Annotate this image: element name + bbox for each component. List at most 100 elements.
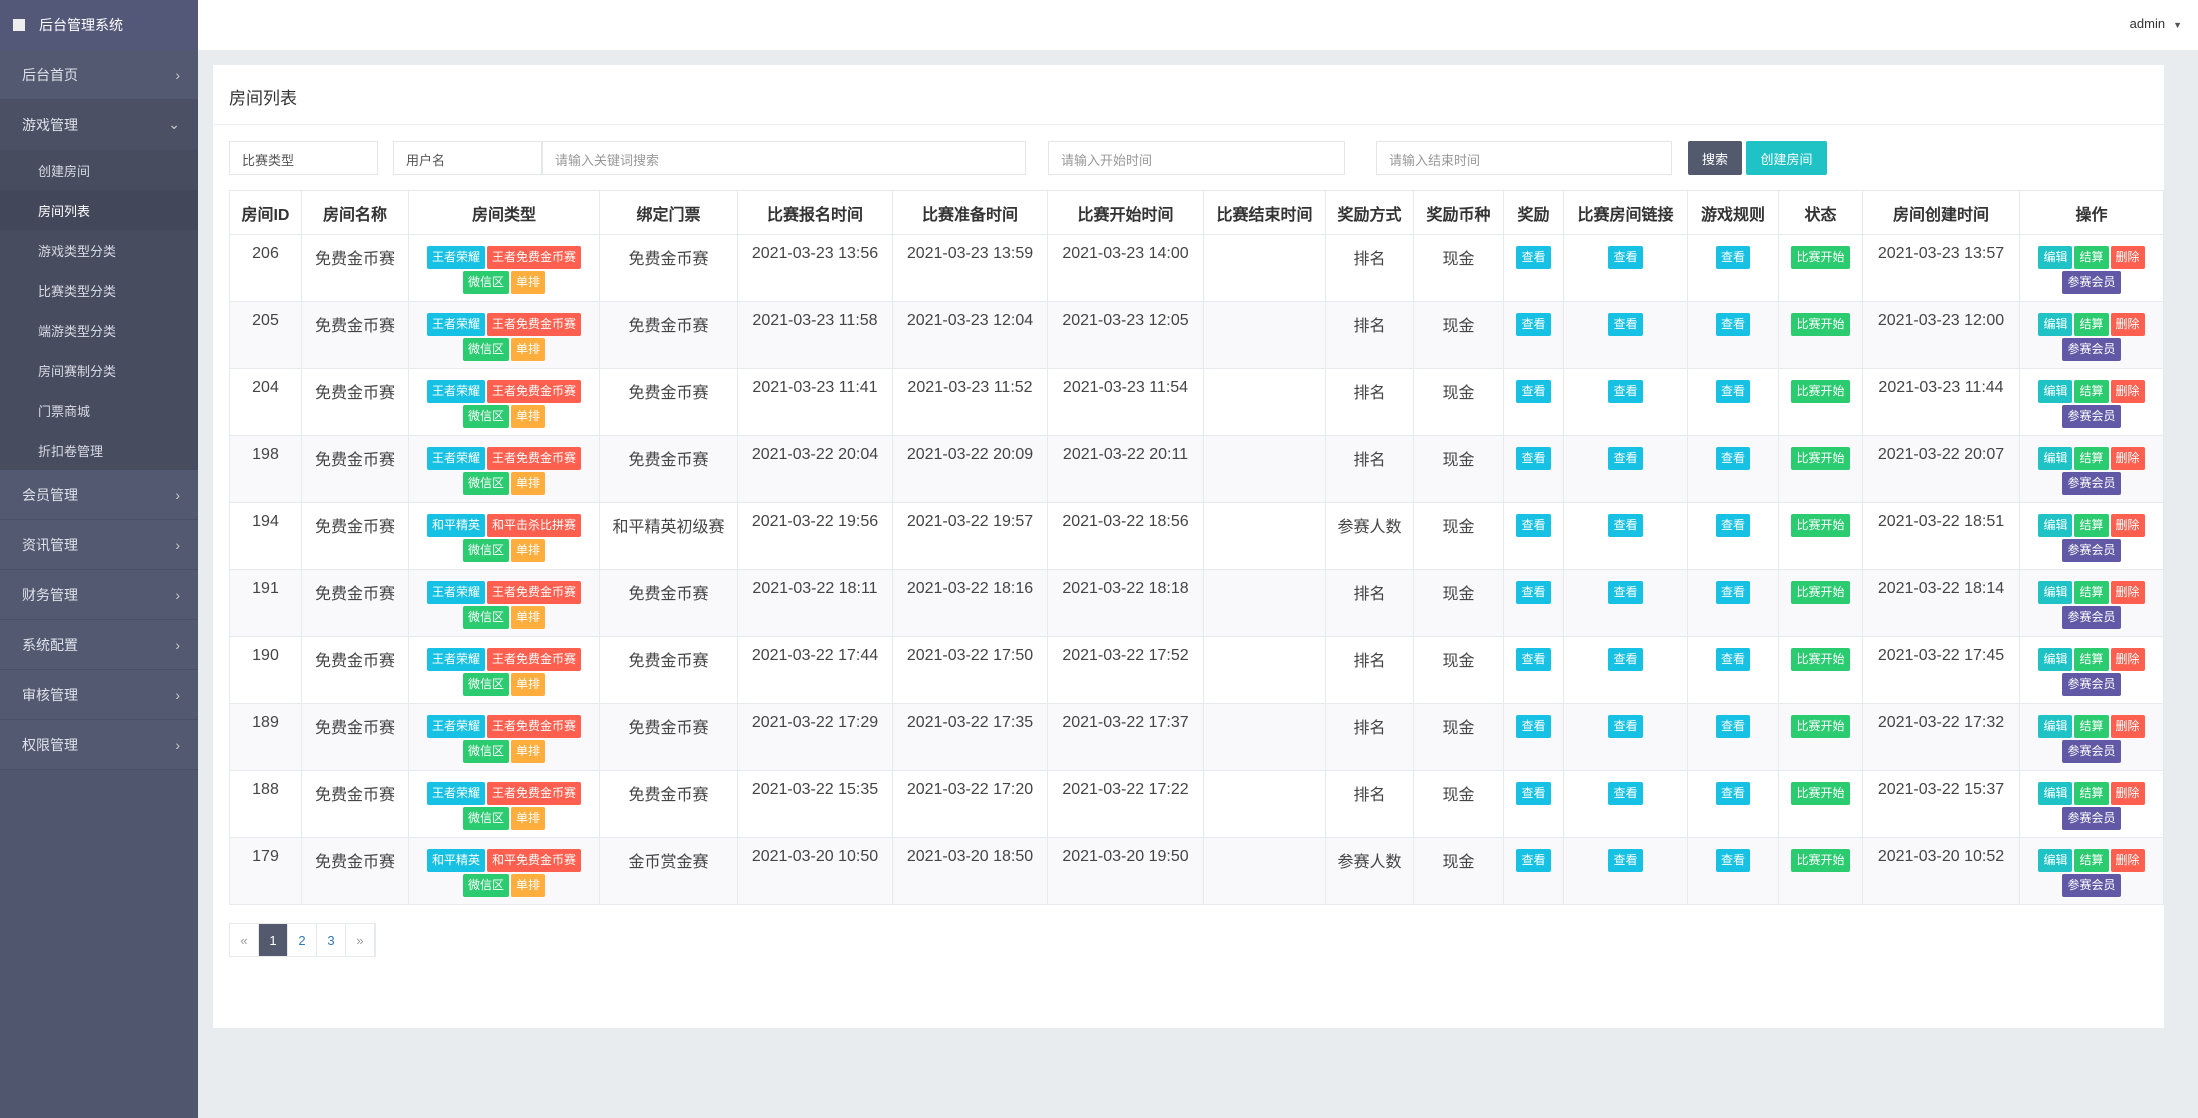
settle-button[interactable]: 结算 bbox=[2074, 849, 2109, 872]
room-type-tag[interactable]: 王者荣耀 bbox=[426, 581, 485, 604]
members-button[interactable]: 参赛会员 bbox=[2062, 472, 2121, 495]
room-type-tag[interactable]: 和平击杀比拼赛 bbox=[487, 514, 582, 537]
create-room-button[interactable]: 创建房间 bbox=[1746, 141, 1827, 175]
sidebar-item-2[interactable]: 会员管理 › bbox=[0, 470, 198, 520]
members-button[interactable]: 参赛会员 bbox=[2062, 874, 2121, 897]
members-button[interactable]: 参赛会员 bbox=[2062, 539, 2121, 562]
delete-button[interactable]: 删除 bbox=[2110, 514, 2145, 537]
room-link-view-button[interactable]: 查看 bbox=[1608, 380, 1643, 403]
room-link-view-button[interactable]: 查看 bbox=[1608, 782, 1643, 805]
room-type-tag[interactable]: 微信区 bbox=[462, 271, 509, 294]
room-link-view-button[interactable]: 查看 bbox=[1608, 849, 1643, 872]
room-type-tag[interactable]: 微信区 bbox=[462, 807, 509, 830]
rules-view-button[interactable]: 查看 bbox=[1715, 849, 1750, 872]
delete-button[interactable]: 删除 bbox=[2110, 782, 2145, 805]
delete-button[interactable]: 删除 bbox=[2110, 313, 2145, 336]
room-type-tag[interactable]: 微信区 bbox=[462, 472, 509, 495]
delete-button[interactable]: 删除 bbox=[2110, 380, 2145, 403]
room-type-tag[interactable]: 微信区 bbox=[462, 673, 509, 696]
rules-view-button[interactable]: 查看 bbox=[1715, 581, 1750, 604]
rules-view-button[interactable]: 查看 bbox=[1715, 380, 1750, 403]
settle-button[interactable]: 结算 bbox=[2074, 715, 2109, 738]
room-type-tag[interactable]: 单排 bbox=[511, 271, 546, 294]
reward-view-button[interactable]: 查看 bbox=[1516, 246, 1551, 269]
room-type-tag[interactable]: 王者荣耀 bbox=[426, 246, 485, 269]
reward-view-button[interactable]: 查看 bbox=[1516, 782, 1551, 805]
members-button[interactable]: 参赛会员 bbox=[2062, 405, 2121, 428]
room-type-tag[interactable]: 微信区 bbox=[462, 539, 509, 562]
delete-button[interactable]: 删除 bbox=[2110, 715, 2145, 738]
sidebar-item-5[interactable]: 系统配置 › bbox=[0, 620, 198, 670]
delete-button[interactable]: 删除 bbox=[2110, 246, 2145, 269]
edit-button[interactable]: 编辑 bbox=[2038, 581, 2073, 604]
rules-view-button[interactable]: 查看 bbox=[1715, 782, 1750, 805]
room-type-tag[interactable]: 单排 bbox=[511, 606, 546, 629]
room-type-tag[interactable]: 和平精英 bbox=[426, 849, 485, 872]
sidebar-item-0[interactable]: 后台首页 › bbox=[0, 50, 198, 100]
keyword-input[interactable]: 请输入关键词搜索 bbox=[542, 141, 1026, 175]
reward-view-button[interactable]: 查看 bbox=[1516, 447, 1551, 470]
edit-button[interactable]: 编辑 bbox=[2038, 380, 2073, 403]
room-type-tag[interactable]: 单排 bbox=[511, 807, 546, 830]
settle-button[interactable]: 结算 bbox=[2074, 648, 2109, 671]
page-3-button[interactable]: 3 bbox=[317, 924, 346, 956]
room-type-tag[interactable]: 单排 bbox=[511, 874, 546, 897]
room-type-tag[interactable]: 王者荣耀 bbox=[426, 715, 485, 738]
room-type-tag[interactable]: 单排 bbox=[511, 539, 546, 562]
sidebar-subitem[interactable]: 比赛类型分类 bbox=[0, 270, 198, 310]
reward-view-button[interactable]: 查看 bbox=[1516, 648, 1551, 671]
sidebar-item-1[interactable]: 游戏管理 ⌄ bbox=[0, 100, 198, 150]
prev-page-button[interactable]: « bbox=[230, 924, 259, 956]
room-type-tag[interactable]: 王者免费金币赛 bbox=[487, 313, 582, 336]
reward-view-button[interactable]: 查看 bbox=[1516, 313, 1551, 336]
delete-button[interactable]: 删除 bbox=[2110, 849, 2145, 872]
sidebar-item-4[interactable]: 财务管理 › bbox=[0, 570, 198, 620]
members-button[interactable]: 参赛会员 bbox=[2062, 740, 2121, 763]
settle-button[interactable]: 结算 bbox=[2074, 246, 2109, 269]
field-type-select[interactable]: 用户名 bbox=[393, 141, 542, 175]
edit-button[interactable]: 编辑 bbox=[2038, 648, 2073, 671]
end-time-input[interactable]: 请输入结束时间 bbox=[1376, 141, 1672, 175]
delete-button[interactable]: 删除 bbox=[2110, 581, 2145, 604]
room-link-view-button[interactable]: 查看 bbox=[1608, 246, 1643, 269]
sidebar-subitem[interactable]: 房间列表 bbox=[0, 190, 198, 230]
room-type-tag[interactable]: 微信区 bbox=[462, 606, 509, 629]
members-button[interactable]: 参赛会员 bbox=[2062, 338, 2121, 361]
reward-view-button[interactable]: 查看 bbox=[1516, 380, 1551, 403]
members-button[interactable]: 参赛会员 bbox=[2062, 807, 2121, 830]
settle-button[interactable]: 结算 bbox=[2074, 447, 2109, 470]
edit-button[interactable]: 编辑 bbox=[2038, 849, 2073, 872]
room-type-tag[interactable]: 微信区 bbox=[462, 338, 509, 361]
room-link-view-button[interactable]: 查看 bbox=[1608, 581, 1643, 604]
edit-button[interactable]: 编辑 bbox=[2038, 782, 2073, 805]
settle-button[interactable]: 结算 bbox=[2074, 782, 2109, 805]
members-button[interactable]: 参赛会员 bbox=[2062, 271, 2121, 294]
room-type-tag[interactable]: 王者免费金币赛 bbox=[487, 246, 582, 269]
rules-view-button[interactable]: 查看 bbox=[1715, 715, 1750, 738]
room-type-tag[interactable]: 单排 bbox=[511, 673, 546, 696]
edit-button[interactable]: 编辑 bbox=[2038, 514, 2073, 537]
room-link-view-button[interactable]: 查看 bbox=[1608, 648, 1643, 671]
page-2-button[interactable]: 2 bbox=[288, 924, 317, 956]
sidebar-subitem[interactable]: 游戏类型分类 bbox=[0, 230, 198, 270]
match-type-select[interactable]: 比赛类型 bbox=[229, 141, 378, 175]
settle-button[interactable]: 结算 bbox=[2074, 514, 2109, 537]
room-type-tag[interactable]: 单排 bbox=[511, 405, 546, 428]
room-type-tag[interactable]: 王者免费金币赛 bbox=[487, 380, 582, 403]
room-type-tag[interactable]: 和平免费金币赛 bbox=[487, 849, 582, 872]
room-type-tag[interactable]: 单排 bbox=[511, 740, 546, 763]
settle-button[interactable]: 结算 bbox=[2074, 581, 2109, 604]
room-link-view-button[interactable]: 查看 bbox=[1608, 313, 1643, 336]
room-type-tag[interactable]: 王者荣耀 bbox=[426, 648, 485, 671]
members-button[interactable]: 参赛会员 bbox=[2062, 673, 2121, 696]
room-type-tag[interactable]: 微信区 bbox=[462, 405, 509, 428]
delete-button[interactable]: 删除 bbox=[2110, 648, 2145, 671]
settle-button[interactable]: 结算 bbox=[2074, 313, 2109, 336]
room-link-view-button[interactable]: 查看 bbox=[1608, 715, 1643, 738]
room-type-tag[interactable]: 王者免费金币赛 bbox=[487, 447, 582, 470]
room-type-tag[interactable]: 王者免费金币赛 bbox=[487, 648, 582, 671]
sidebar-subitem[interactable]: 门票商城 bbox=[0, 390, 198, 430]
rules-view-button[interactable]: 查看 bbox=[1715, 313, 1750, 336]
user-menu[interactable]: admin ▼ bbox=[2130, 16, 2182, 31]
room-type-tag[interactable]: 单排 bbox=[511, 338, 546, 361]
